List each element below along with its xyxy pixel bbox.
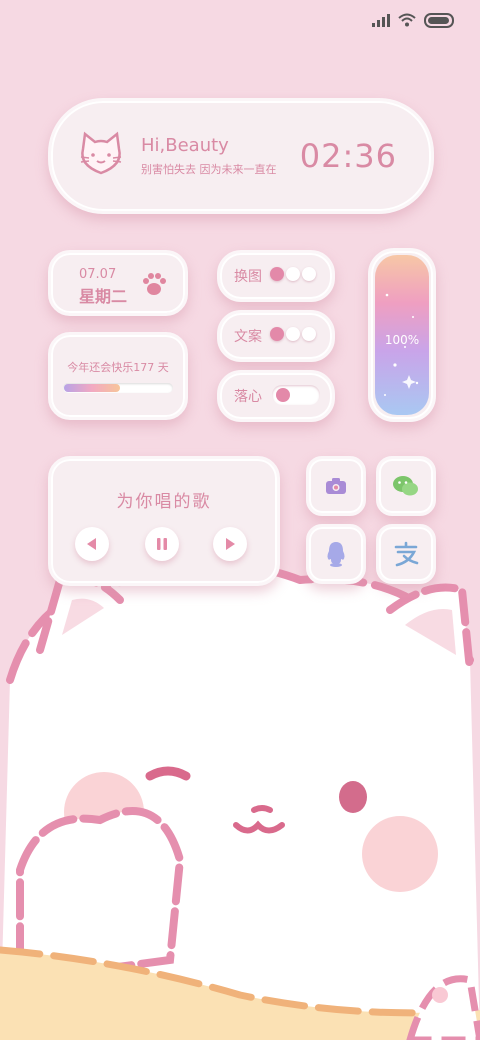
toggle-switch[interactable] bbox=[272, 385, 320, 405]
music-player-widget[interactable]: 为你唱的歌 bbox=[48, 456, 280, 586]
countdown-text: 今年还会快乐177 天 bbox=[67, 361, 169, 374]
qq-app[interactable] bbox=[306, 524, 366, 584]
next-button[interactable] bbox=[213, 527, 247, 561]
prev-button[interactable] bbox=[75, 527, 109, 561]
camera-app[interactable] bbox=[306, 456, 366, 516]
pause-icon bbox=[157, 538, 167, 550]
dot-indicator bbox=[302, 327, 316, 341]
paw-icon bbox=[143, 273, 166, 295]
alipay-app[interactable] bbox=[376, 524, 436, 584]
wechat-icon bbox=[393, 476, 418, 496]
prev-icon bbox=[87, 538, 96, 550]
toggle-luoxin[interactable]: 落心 bbox=[217, 370, 335, 422]
dot-indicator bbox=[286, 327, 300, 341]
toggle-change-image[interactable]: 换图 bbox=[217, 250, 335, 302]
wifi-icon bbox=[398, 13, 416, 27]
date-widget[interactable]: 07.07 星期二 bbox=[48, 250, 188, 316]
dot-indicator bbox=[302, 267, 316, 281]
wechat-app[interactable] bbox=[376, 456, 436, 516]
camera-icon bbox=[326, 478, 346, 494]
greeting-text: Hi,Beauty bbox=[141, 135, 229, 156]
dot-indicator bbox=[270, 267, 284, 281]
year-progress-fill bbox=[64, 384, 120, 392]
toggle-change-text[interactable]: 文案 bbox=[217, 310, 335, 362]
cat-face-icon bbox=[80, 131, 122, 175]
status-bar bbox=[372, 10, 454, 30]
dot-indicator bbox=[270, 327, 284, 341]
toggle-dots bbox=[270, 327, 316, 341]
toggle-knob bbox=[276, 388, 290, 402]
countdown-widget[interactable]: 今年还会快乐177 天 bbox=[48, 332, 188, 420]
pause-button[interactable] bbox=[145, 527, 179, 561]
toggle-dots bbox=[270, 267, 316, 281]
battery-widget[interactable]: 100% bbox=[368, 248, 436, 422]
battery-percent: 100% bbox=[384, 333, 420, 347]
battery-icon bbox=[424, 12, 454, 28]
alipay-icon bbox=[394, 541, 419, 567]
greeting-clock-widget[interactable]: Hi,Beauty 别害怕失去 因为未来一直在 02:36 bbox=[48, 98, 434, 214]
toggle-label: 文案 bbox=[234, 329, 262, 345]
battery-level-fill: 100% bbox=[375, 255, 429, 415]
greeting-subtitle: 别害怕失去 因为未来一直在 bbox=[141, 163, 277, 176]
year-progress-bar bbox=[63, 383, 173, 393]
signal-icon bbox=[372, 13, 390, 27]
cat-wallpaper-illustration bbox=[0, 561, 480, 1040]
song-title: 为你唱的歌 bbox=[116, 492, 212, 512]
toggle-label: 落心 bbox=[234, 389, 262, 405]
clock-time: 02:36 bbox=[299, 137, 397, 175]
date-text: 07.07 bbox=[79, 267, 117, 282]
toggle-label: 换图 bbox=[234, 269, 262, 285]
dot-indicator bbox=[286, 267, 300, 281]
weekday-text: 星期二 bbox=[79, 287, 128, 306]
qq-icon bbox=[327, 542, 345, 567]
next-icon bbox=[226, 538, 235, 550]
